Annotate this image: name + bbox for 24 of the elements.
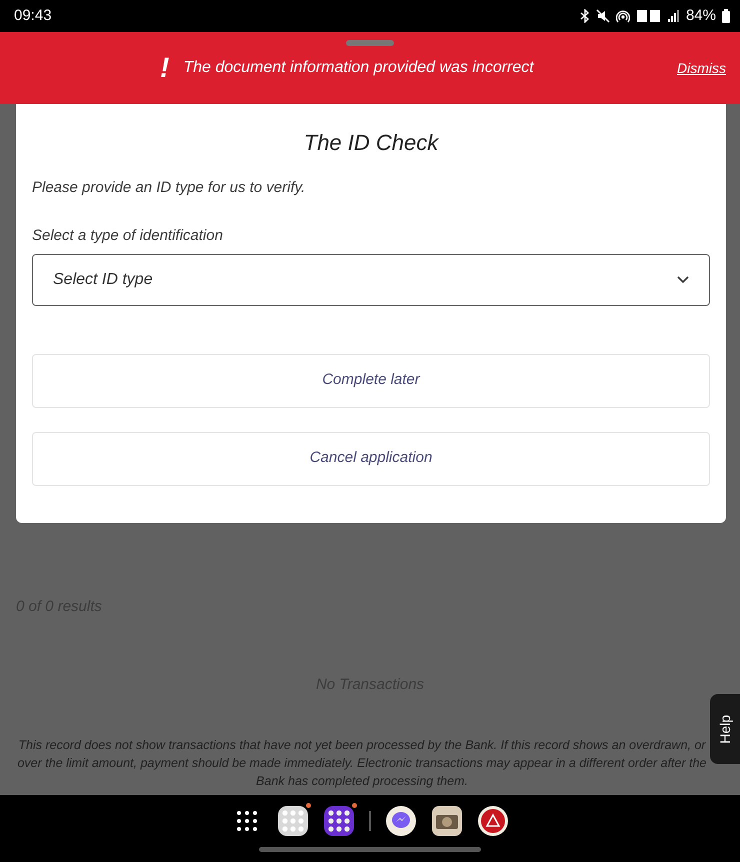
instruction-text: Please provide an ID type for us to verify. — [32, 178, 306, 198]
alert-icon: ! — [160, 47, 170, 89]
camera-icon[interactable] — [431, 805, 463, 837]
field-label: Select a type of identification — [32, 226, 223, 246]
action-button[interactable]: Cancel application — [32, 432, 710, 486]
hotspot-icon — [616, 9, 630, 23]
chevron-down-icon — [677, 276, 689, 284]
bluetooth-icon — [580, 9, 590, 23]
clock-time: 09:43 — [14, 6, 52, 26]
disclaimer-text: This record does not show transactions that have not yet been processed by the Bank. If this record shows an overdrawn, or over the limit amount, payment should be made immediately. Electronic transactions may appear in a different order after the Bank has completed processing them. — [16, 737, 708, 790]
mute-icon — [596, 9, 610, 23]
battery-level: 84% — [686, 6, 716, 26]
error-message: The document information provided was incorrect — [183, 58, 534, 78]
modal-title: The ID Check — [302, 129, 440, 157]
help-tab[interactable]: Help — [710, 694, 740, 764]
folder-icon[interactable] — [277, 805, 309, 837]
drag-handle[interactable] — [346, 40, 394, 46]
action-button[interactable]: Complete later — [32, 354, 710, 408]
id-type-select[interactable]: Select ID type — [32, 254, 710, 306]
chat-bubble-icon[interactable] — [385, 805, 417, 837]
folder-icon[interactable] — [323, 805, 355, 837]
signal-icon — [668, 10, 680, 22]
dismiss-link[interactable]: Dismiss — [677, 58, 726, 78]
battery-icon — [722, 9, 730, 23]
